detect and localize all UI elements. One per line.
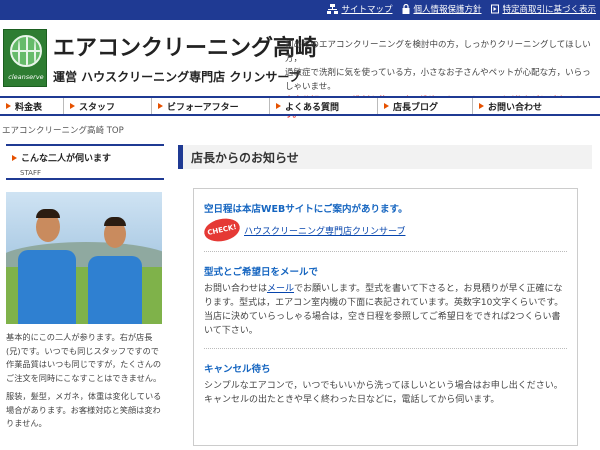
sidebar-paragraph: 基本的にこの二人が参ります。右が店長(兄)です。いつでも同じスタッフですので作業…: [6, 332, 162, 383]
logo-emblem: cleanserve: [3, 29, 47, 87]
check-badge-icon: CHECK!: [202, 215, 242, 245]
notice-section: 空日程は本店WEBサイトにご案内があります。 CHECK! ハウスクリーニング専…: [202, 201, 567, 252]
intro-line: 過敏症で洗剤に気を使っている方，小さなお子さんやペットが心配な方，いらっしゃいま…: [285, 68, 591, 92]
logo-caption: cleanserve: [8, 73, 44, 81]
nav-item-price[interactable]: 料金表: [0, 98, 64, 114]
globe-icon: [10, 35, 42, 67]
main-nav: 料金表 スタッフ ビフォーアフター よくある質問 店長ブログ お問い合わせ: [0, 96, 600, 116]
arrow-icon: [491, 4, 500, 14]
sitemap-link-label: サイトマップ: [341, 5, 393, 15]
clinserve-link[interactable]: ハウスクリーニング専門店クリンサーブ: [244, 224, 405, 237]
triangle-icon: [6, 103, 11, 109]
breadcrumb: エアコンクリーニング高崎 TOP: [2, 126, 124, 136]
sidebar-heading: こんな二人が伺います STAFF: [6, 144, 164, 180]
triangle-icon: [479, 103, 484, 109]
nav-label: スタッフ: [79, 102, 116, 113]
nav-item-faq[interactable]: よくある質問: [270, 98, 378, 114]
notice-body: シンプルなエアコンで，いつでもいいから洗ってほしいという場合はお申し出ください。…: [204, 381, 563, 405]
mail-link[interactable]: メール: [267, 284, 294, 294]
site-title: エアコンクリーニング高崎: [53, 36, 318, 61]
nav-label: ビフォーアフター: [167, 102, 239, 113]
sidebar-text: 基本的にこの二人が参ります。右が店長(兄)です。いつでも同じスタッフですので作業…: [6, 331, 164, 436]
nav-item-staff[interactable]: スタッフ: [64, 98, 152, 114]
sidebar-paragraph: 服装，髪型，メガネ，体重は変化している場合があります。お客様対応と笑顔は変わりま…: [6, 391, 162, 428]
nav-item-contact[interactable]: お問い合わせ: [473, 98, 600, 114]
main-heading: 店長からのお知らせ: [178, 145, 592, 169]
nav-label: よくある質問: [285, 102, 340, 113]
lock-icon: [402, 3, 410, 14]
privacy-policy-label: 個人情報保護方針: [413, 5, 482, 15]
triangle-icon: [276, 103, 281, 109]
privacy-policy-link[interactable]: 個人情報保護方針: [402, 3, 481, 15]
staff-photo: [6, 192, 162, 324]
sidebar-title: こんな二人が伺います: [12, 151, 158, 164]
notice-body: お問い合わせはメールでお願いします。型式を書いて下さると，お見積りが早く正確にな…: [204, 282, 567, 338]
notice-section: キャンセル待ち シンプルなエアコンで，いつでもいいから洗ってほしいという場合はお…: [204, 361, 567, 417]
nav-label: お問い合わせ: [488, 102, 543, 113]
notice-box: 空日程は本店WEBサイトにご案内があります。 CHECK! ハウスクリーニング専…: [193, 188, 578, 446]
nav-item-blog[interactable]: 店長ブログ: [378, 98, 473, 114]
nav-item-before-after[interactable]: ビフォーアフター: [152, 98, 270, 114]
notice-body-text: お問い合わせは: [204, 284, 268, 294]
notice-section: 型式とご希望日をメールで お問い合わせはメールでお願いします。型式を書いて下さる…: [204, 264, 567, 349]
nav-label: 料金表: [15, 102, 43, 113]
legal-notice-label: 特定商取引に基づく表示: [502, 5, 596, 15]
check-row: CHECK! ハウスクリーニング専門店クリンサーブ: [202, 215, 567, 245]
notice-title: キャンセル待ち: [204, 364, 271, 375]
intro-line: 初めてのエアコンクリーニングを検討中の方，しっかりクリーニングしてほしい方，: [285, 40, 591, 64]
site-logo[interactable]: cleanserve エアコンクリーニング高崎 運営 ハウスクリーニング専門店 …: [3, 26, 317, 92]
triangle-icon: [70, 103, 75, 109]
triangle-icon: [384, 103, 389, 109]
notice-title: 空日程は本店WEBサイトにご案内があります。: [204, 204, 408, 215]
triangle-icon: [12, 154, 17, 161]
nav-label: 店長ブログ: [393, 102, 439, 113]
triangle-icon: [158, 103, 163, 109]
top-links: サイトマップ 個人情報保護方針 特定商取引に基づく表示: [327, 3, 596, 15]
sitemap-icon: [327, 4, 339, 14]
notice-title: 型式とご希望日をメールで: [204, 267, 319, 278]
sidebar-subtitle: STAFF: [20, 169, 42, 177]
sitemap-link[interactable]: サイトマップ: [327, 3, 392, 15]
site-tagline: 運営 ハウスクリーニング専門店 クリンサーブ: [53, 70, 301, 84]
legal-notice-link[interactable]: 特定商取引に基づく表示: [491, 3, 596, 15]
sidebar-title-text: こんな二人が伺います: [21, 154, 112, 164]
top-bar: サイトマップ 個人情報保護方針 特定商取引に基づく表示: [0, 0, 600, 20]
